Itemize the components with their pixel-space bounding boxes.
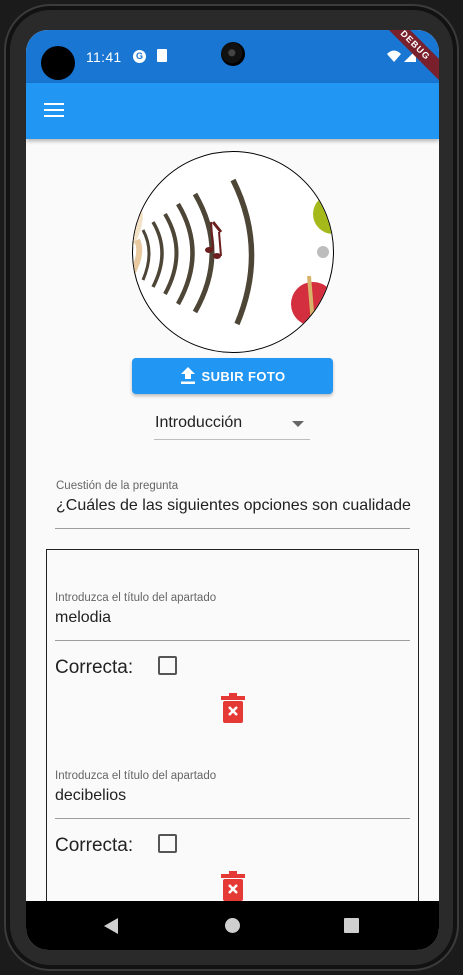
upload-icon: [180, 367, 195, 384]
delete-icon[interactable]: [221, 693, 245, 723]
option-title-field[interactable]: Introduzca el título del apartado melodi…: [55, 588, 410, 641]
status-bar: 11:41 G DEBUG: [26, 30, 439, 87]
option-item: Introduzca el título del apartado melodi…: [47, 550, 418, 728]
main-content[interactable]: SUBIR FOTO Introducción Cuestión de la p…: [26, 139, 439, 901]
question-field-value[interactable]: ¿Cuáles de las siguientes opciones son c…: [56, 497, 411, 515]
front-camera: [221, 42, 245, 66]
screen: 11:41 G DEBUG SUBIR FOTO Introducción Cu…: [26, 30, 439, 950]
hamburger-menu-icon[interactable]: [44, 103, 64, 119]
question-photo: [132, 151, 334, 353]
option-item: Introduzca el título del apartado decibe…: [47, 728, 418, 901]
option-title-label: Introduzca el título del apartado: [55, 592, 217, 604]
camera-cutout: [41, 46, 75, 80]
upload-button-label: SUBIR FOTO: [201, 368, 286, 384]
correct-checkbox[interactable]: [158, 834, 177, 853]
option-title-value[interactable]: decibelios: [55, 787, 126, 805]
option-title-value[interactable]: melodia: [55, 609, 111, 627]
wifi-icon: [387, 50, 401, 62]
dropdown-value: Introducción: [155, 414, 243, 431]
recents-icon[interactable]: [344, 918, 359, 933]
chevron-down-icon: [292, 421, 304, 427]
question-field-label: Cuestión de la pregunta: [56, 480, 179, 492]
system-nav-bar: [26, 901, 439, 950]
option-title-field[interactable]: Introduzca el título del apartado decibe…: [55, 766, 410, 819]
app-bar: [26, 83, 439, 139]
phone-frame: 11:41 G DEBUG SUBIR FOTO Introducción Cu…: [4, 4, 459, 971]
question-field[interactable]: Cuestión de la pregunta ¿Cuáles de las s…: [55, 476, 411, 529]
app-notification-icon: G: [133, 50, 146, 63]
status-time: 11:41: [86, 49, 122, 65]
music-illustration: [133, 178, 333, 326]
delete-icon[interactable]: [221, 871, 245, 901]
back-icon[interactable]: [104, 918, 118, 934]
options-container: Introduzca el título del apartado melodi…: [46, 549, 419, 901]
sd-card-icon: [157, 49, 167, 62]
option-title-label: Introduzca el título del apartado: [55, 770, 217, 782]
correct-checkbox[interactable]: [158, 656, 177, 675]
correct-label: Correcta:: [55, 657, 134, 678]
home-icon[interactable]: [225, 918, 240, 933]
category-dropdown[interactable]: Introducción: [154, 405, 310, 440]
correct-label: Correcta:: [55, 835, 134, 856]
upload-photo-button[interactable]: SUBIR FOTO: [132, 358, 333, 394]
